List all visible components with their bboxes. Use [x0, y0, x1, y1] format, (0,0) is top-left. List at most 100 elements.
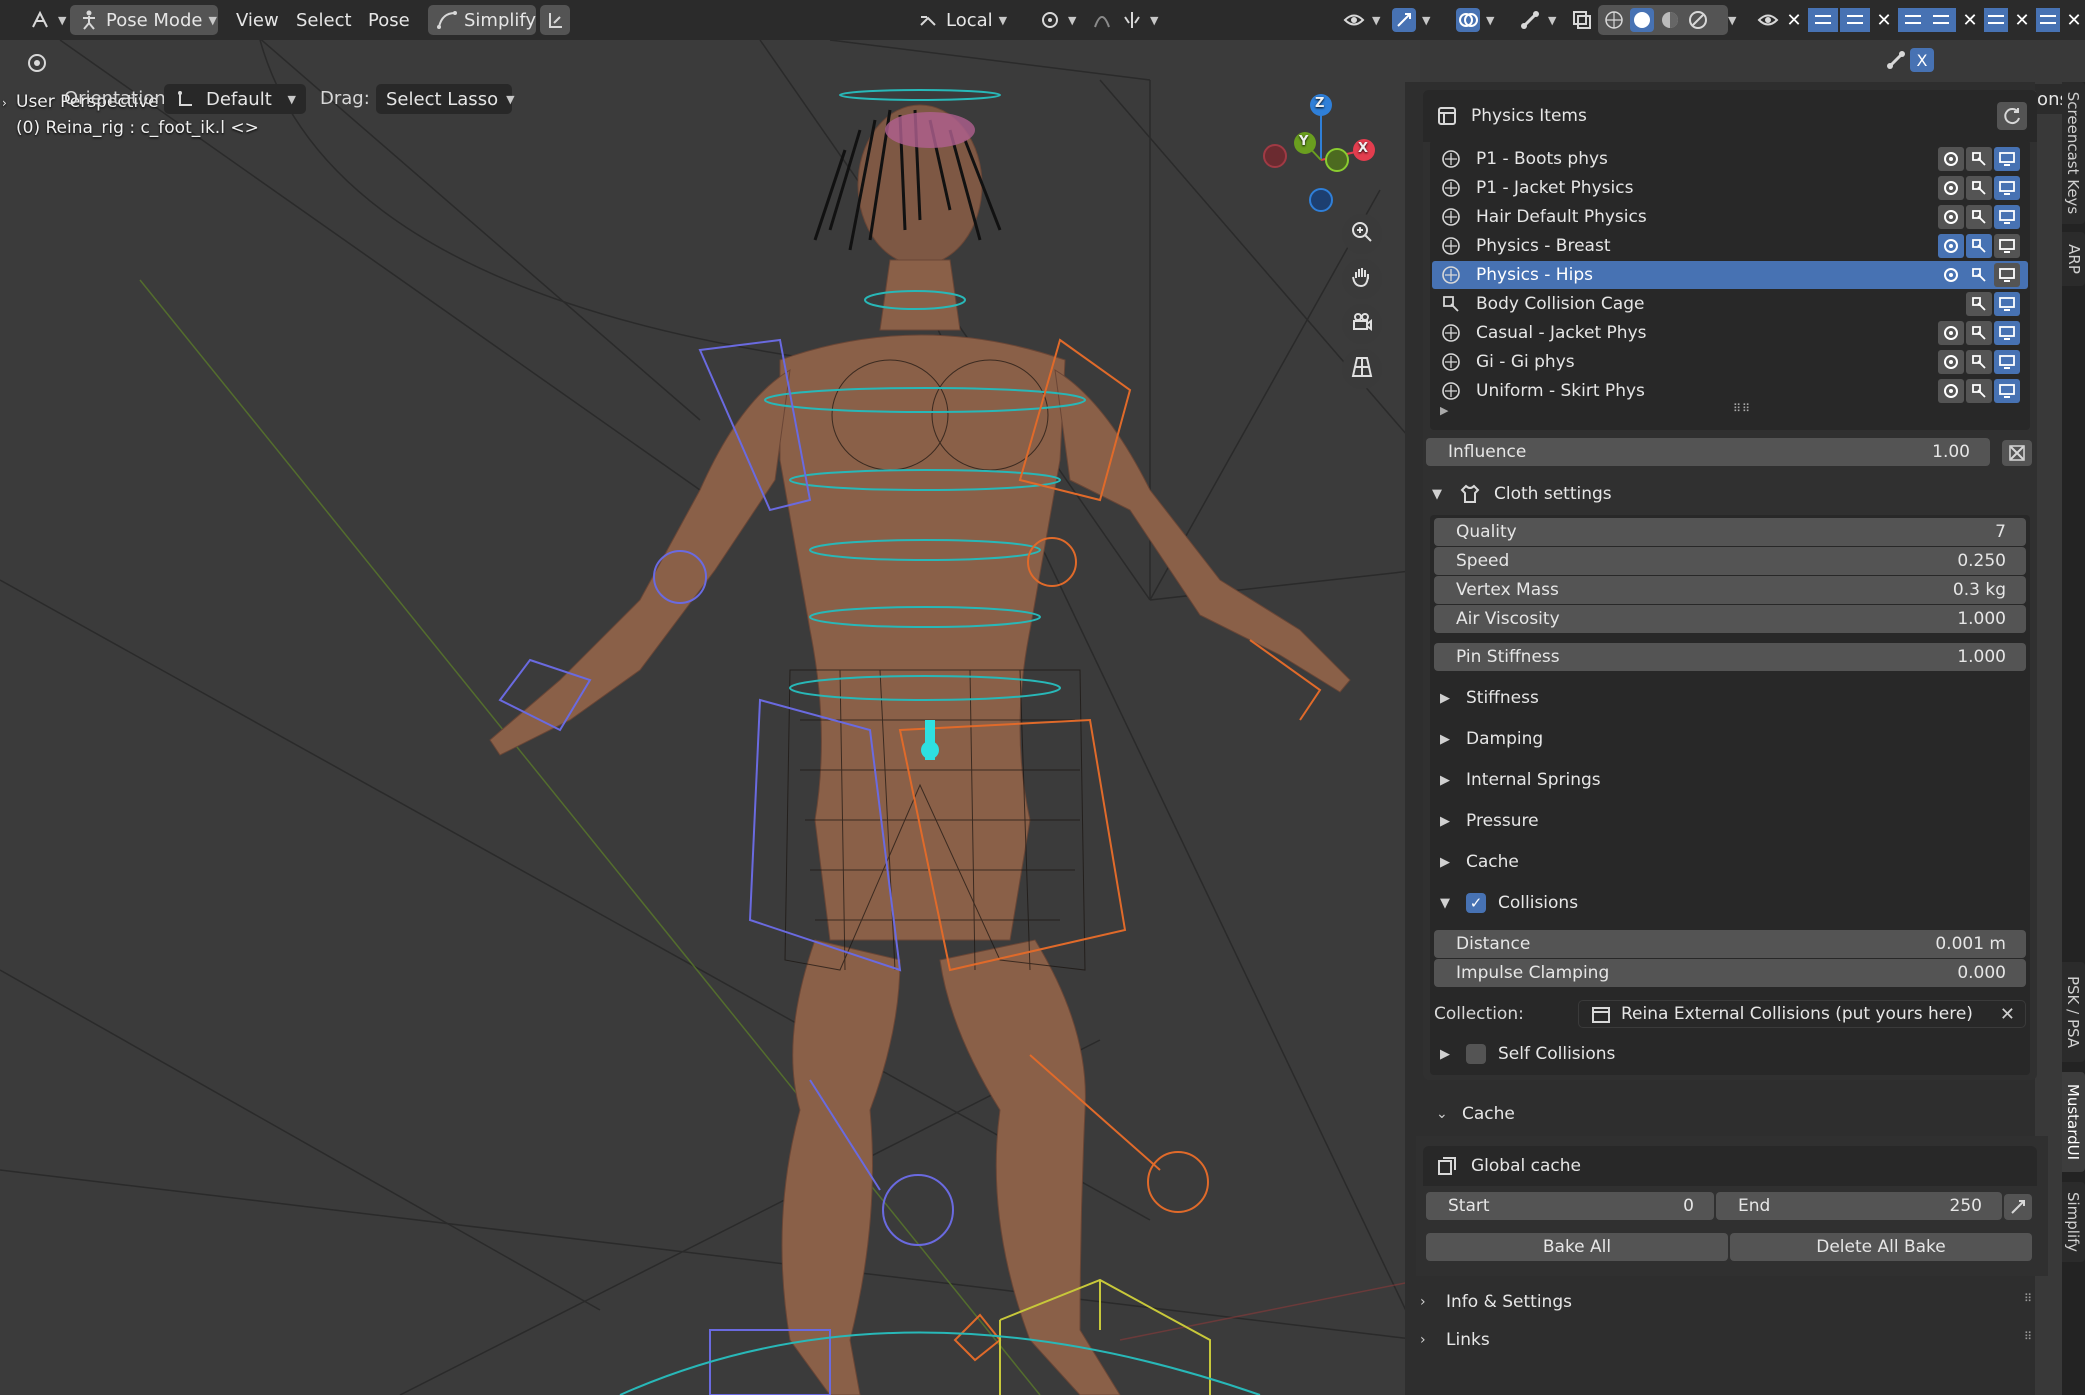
overlays-toggle[interactable]: ▼: [1448, 5, 1502, 35]
gizmo-x-label[interactable]: X: [1358, 141, 1368, 156]
speed-field[interactable]: Speed 0.250: [1434, 547, 2026, 575]
x-mirror-toggle[interactable]: X: [1910, 48, 1934, 72]
tab-arp[interactable]: ARP: [2062, 232, 2085, 286]
cloth-settings-header[interactable]: ▼ Cloth settings: [1432, 482, 1612, 506]
show-render-toggle[interactable]: [1994, 321, 2020, 345]
physics-item-row[interactable]: Physics - Hips: [1432, 261, 2028, 289]
transform-pivot-icon[interactable]: [22, 48, 52, 78]
gizmo-y-label[interactable]: Y: [1299, 134, 1308, 149]
keyframe-driver-icon[interactable]: [2002, 440, 2032, 466]
ortho-toggle-button[interactable]: [1342, 349, 1382, 389]
cache-panel-header[interactable]: ⌄ Cache: [1436, 1104, 1515, 1124]
show-viewport-toggle[interactable]: [1966, 321, 1992, 345]
show-viewport-toggle[interactable]: [1966, 176, 1992, 200]
show-viewport-toggle[interactable]: [1966, 205, 1992, 229]
show-render-toggle[interactable]: [1994, 234, 2020, 258]
show-viewport-toggle[interactable]: [1966, 234, 1992, 258]
show-render-toggle[interactable]: [1994, 147, 2020, 171]
damping-section[interactable]: ▶ Damping: [1440, 729, 1543, 749]
show-render-toggle[interactable]: [1994, 379, 2020, 403]
wireframe-shading-icon[interactable]: [1602, 8, 1626, 32]
physics-item-row[interactable]: Uniform - Skirt Phys: [1432, 377, 2028, 405]
toolbar-expand-arrow[interactable]: ›: [2, 96, 7, 110]
show-render-toggle[interactable]: [1994, 292, 2020, 316]
show-viewport-toggle[interactable]: [1966, 379, 1992, 403]
internal-springs-section[interactable]: ▶ Internal Springs: [1440, 770, 1601, 790]
influence-field[interactable]: Influence 1.00: [1426, 438, 1990, 466]
drag-handle-icon[interactable]: ⠿: [2024, 1292, 2032, 1305]
physics-items-header[interactable]: Physics Items: [1423, 90, 2037, 142]
gizmo-z-label[interactable]: Z: [1315, 96, 1324, 111]
refresh-icon[interactable]: [1997, 102, 2027, 130]
collisions-section[interactable]: ▼ ✓ Collisions: [1440, 893, 1578, 913]
zoom-view-button[interactable]: [1342, 214, 1382, 254]
list-expand-arrow[interactable]: ▶: [1440, 404, 1448, 417]
enable-sim-toggle[interactable]: [1938, 263, 1964, 287]
cache-end-field[interactable]: End 250: [1716, 1192, 2002, 1220]
editor-type-button[interactable]: ▼: [20, 5, 74, 35]
enable-sim-toggle[interactable]: [1938, 350, 1964, 374]
show-render-toggle[interactable]: [1994, 350, 2020, 374]
self-collisions-section[interactable]: ▶ Self Collisions: [1440, 1044, 1615, 1064]
visibility-dropdown[interactable]: ▼: [1334, 5, 1388, 35]
snap-toggle[interactable]: [540, 5, 570, 35]
quality-field[interactable]: Quality 7: [1434, 518, 2026, 546]
enable-sim-toggle[interactable]: [1938, 321, 1964, 345]
gizmo-toggle[interactable]: ▼: [1384, 5, 1438, 35]
physics-item-row[interactable]: Physics - Breast: [1432, 232, 2028, 260]
clear-collection-icon[interactable]: ✕: [2000, 1004, 2015, 1025]
enable-sim-toggle[interactable]: [1938, 176, 1964, 200]
air-viscosity-field[interactable]: Air Viscosity 1.000: [1434, 605, 2026, 633]
drag-handle-icon[interactable]: ⠿: [2024, 1330, 2032, 1343]
show-render-toggle[interactable]: [1994, 176, 2020, 200]
pin-stiffness-field[interactable]: Pin Stiffness 1.000: [1434, 643, 2026, 671]
shading-options-dropdown[interactable]: ▼: [1720, 5, 1744, 35]
self-collisions-checkbox[interactable]: [1466, 1044, 1486, 1064]
collection-selector[interactable]: Reina External Collisions (put yours her…: [1578, 1000, 2026, 1028]
physics-item-row[interactable]: Hair Default Physics: [1432, 203, 2028, 231]
distance-field[interactable]: Distance 0.001 m: [1434, 930, 2026, 958]
link-range-icon[interactable]: [2004, 1194, 2032, 1220]
solid-shading-icon[interactable]: [1630, 8, 1654, 32]
list-resize-handle[interactable]: ⠿⠿: [1733, 402, 1751, 415]
orientation-dropdown[interactable]: Default ▼: [164, 84, 306, 114]
tab-screencast-keys[interactable]: Screencast Keys: [2062, 82, 2085, 224]
show-render-toggle[interactable]: [1994, 205, 2020, 229]
tab-mustardui[interactable]: MustardUI: [2062, 1072, 2085, 1172]
enable-sim-toggle[interactable]: [1938, 379, 1964, 403]
pose-options-icon[interactable]: [1884, 48, 1908, 72]
cache-start-field[interactable]: Start 0: [1426, 1192, 1714, 1220]
transform-space-dropdown[interactable]: Local ▼: [908, 5, 1015, 35]
3d-viewport[interactable]: Z X Y User Perspective (0) Reina_rig : c…: [0, 40, 1420, 1395]
links-panel[interactable]: › Links: [1420, 1330, 1490, 1350]
menu-select[interactable]: Select: [288, 5, 360, 35]
show-viewport-toggle[interactable]: [1966, 147, 1992, 171]
shading-mode-group[interactable]: [1598, 5, 1728, 35]
material-shading-icon[interactable]: [1658, 8, 1682, 32]
pan-view-button[interactable]: [1342, 259, 1382, 299]
bake-all-button[interactable]: Bake All: [1426, 1233, 1728, 1261]
menu-pose[interactable]: Pose: [360, 5, 418, 35]
stiffness-section[interactable]: ▶ Stiffness: [1440, 688, 1539, 708]
simplify-button[interactable]: Simplify: [428, 5, 536, 35]
rendered-shading-icon[interactable]: [1686, 8, 1710, 32]
enable-sim-toggle[interactable]: [1938, 234, 1964, 258]
enable-sim-toggle[interactable]: [1938, 147, 1964, 171]
physics-item-row[interactable]: P1 - Jacket Physics: [1432, 174, 2028, 202]
bone-overlay-toggle[interactable]: ▼: [1510, 5, 1564, 35]
collisions-checkbox[interactable]: ✓: [1466, 893, 1486, 913]
tab-simplify[interactable]: Simplify: [2062, 1182, 2085, 1262]
pivot-dropdown[interactable]: ▼: [1030, 5, 1084, 35]
physics-item-row[interactable]: Casual - Jacket Phys: [1432, 319, 2028, 347]
delete-all-bake-button[interactable]: Delete All Bake: [1730, 1233, 2032, 1261]
pressure-section[interactable]: ▶ Pressure: [1440, 811, 1539, 831]
xray-toggle[interactable]: [1562, 5, 1602, 35]
impulse-clamping-field[interactable]: Impulse Clamping 0.000: [1434, 959, 2026, 987]
show-render-toggle[interactable]: [1994, 263, 2020, 287]
show-viewport-toggle[interactable]: [1966, 263, 1992, 287]
info-settings-panel[interactable]: › Info & Settings: [1420, 1292, 1572, 1312]
show-viewport-toggle[interactable]: [1966, 350, 1992, 374]
mode-dropdown[interactable]: Pose Mode ▼: [70, 5, 218, 35]
show-viewport-toggle[interactable]: [1966, 292, 1992, 316]
physics-item-row[interactable]: P1 - Boots phys: [1432, 145, 2028, 173]
